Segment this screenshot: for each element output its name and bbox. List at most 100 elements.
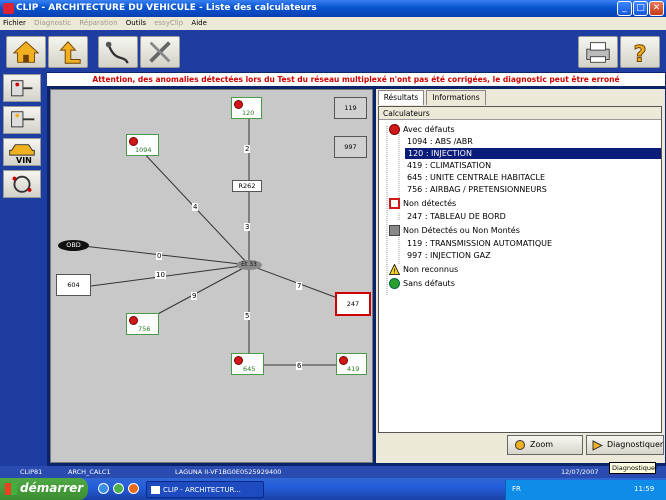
tree-item-120[interactable]: 120 : INJECTION: [405, 148, 661, 159]
back-button[interactable]: [48, 36, 88, 68]
zoom-button[interactable]: Zoom: [507, 435, 583, 455]
tooltip: Diagnostiquer: [609, 462, 658, 474]
ecu-node-419[interactable]: 419: [336, 353, 367, 375]
printer-icon: [586, 42, 610, 63]
ecu-node-247[interactable]: 247: [335, 292, 371, 316]
tab-resultats[interactable]: Résultats: [378, 90, 424, 105]
tree-item-119[interactable]: 119 : TRANSMISSION AUTOMATIQUE: [407, 238, 552, 249]
ecu-node-604[interactable]: 604: [56, 274, 91, 296]
tools-icon: [149, 41, 171, 63]
link-label: 9: [191, 292, 198, 300]
home-icon: [12, 41, 40, 63]
quick-launch: [96, 482, 144, 496]
side-vin-button[interactable]: VIN: [3, 138, 41, 166]
tree-group-not-fitted[interactable]: Non Détectés ou Non Montés: [403, 225, 520, 236]
tree-group-unknown[interactable]: Non reconnus: [403, 264, 458, 275]
link-label: 7: [296, 282, 303, 290]
link-label: 4: [192, 203, 199, 211]
taskbar-clip-window[interactable]: CLIP - ARCHITECTUR...: [146, 481, 264, 498]
maximize-button[interactable]: □: [633, 1, 648, 16]
fault-icon: [129, 316, 138, 325]
tree-group-no-faults[interactable]: Sans défauts: [403, 278, 455, 289]
link-label: 3: [244, 223, 251, 231]
ie-icon[interactable]: [98, 483, 109, 494]
tree-item-997[interactable]: 997 : INJECTION GAZ: [407, 250, 491, 261]
fault-icon: [234, 100, 243, 109]
tree-group-not-detected[interactable]: Non détectés: [403, 198, 456, 209]
link-label: 2: [244, 145, 251, 153]
question-icon: ?: [633, 41, 647, 68]
ecu-node-997[interactable]: 997: [334, 136, 367, 158]
fault-icon: [339, 356, 348, 365]
clock: 11:59: [634, 485, 655, 493]
window-title: CLIP - ARCHITECTURE DU VEHICULE - Liste …: [16, 3, 317, 13]
not-detected-icon: [389, 198, 400, 209]
ecu-node-645[interactable]: 645: [231, 353, 264, 375]
link-label: 5: [244, 312, 251, 320]
print-button[interactable]: [578, 36, 618, 68]
fault-icon: [234, 356, 243, 365]
fault-icon: [129, 137, 138, 146]
svg-text:!: !: [393, 268, 396, 276]
menu-essyclip: essyClip: [154, 19, 184, 27]
link-label: 6: [296, 362, 303, 370]
zoom-icon: [515, 440, 525, 450]
explorer-icon[interactable]: [113, 483, 124, 494]
menu-reparation: Réparation: [79, 19, 118, 27]
ecu-node-119[interactable]: 119: [334, 97, 367, 119]
network-diagram: 2 3 4 0 10 9 5 7 6 120 1094 756 645 419 …: [50, 89, 373, 463]
tree-header: Calculateurs: [379, 107, 661, 120]
ok-icon: [389, 278, 400, 289]
start-button[interactable]: démarrer: [0, 478, 88, 500]
results-panel: Résultats Informations Calculateurs Avec…: [376, 89, 665, 463]
tree-item-1094[interactable]: 1094 : ABS /ABR: [407, 136, 473, 147]
tree-group-faults[interactable]: Avec défauts: [403, 124, 455, 135]
tree-item-756[interactable]: 756 : AIRBAG / PRETENSIONNEURS: [407, 184, 547, 195]
svg-text:?: ?: [633, 41, 646, 67]
network-links: [73, 110, 352, 366]
app-icon: [3, 3, 14, 14]
network-icon: [12, 175, 32, 193]
ecu-node-756[interactable]: 756: [126, 313, 159, 335]
media-icon[interactable]: [128, 483, 139, 494]
side-ecu-button[interactable]: [3, 74, 41, 102]
ecu-node-120[interactable]: 120: [231, 97, 262, 119]
diagnostiquer-button[interactable]: Diagnostiquer: [586, 435, 664, 455]
help-button[interactable]: ?: [620, 36, 660, 68]
connector-icon: [105, 41, 129, 64]
ecu-node-r262[interactable]: R262: [232, 180, 262, 192]
ecu-icon: [11, 80, 33, 97]
home-button[interactable]: [6, 36, 46, 68]
minimize-button[interactable]: _: [617, 1, 632, 16]
ecu-tree: Calculateurs Avec défauts 1094 : ABS /AB…: [378, 106, 662, 433]
tree-item-645[interactable]: 645 : UNITE CENTRALE HABITACLE: [407, 172, 545, 183]
link-label: 0: [156, 252, 163, 260]
tools-button[interactable]: [140, 36, 180, 68]
up-arrow-icon: [59, 40, 81, 64]
play-icon: [592, 440, 603, 451]
network-button[interactable]: [98, 36, 138, 68]
side-network-button[interactable]: [3, 170, 41, 198]
ecu-node-1094[interactable]: 1094: [126, 134, 159, 156]
menu-outils[interactable]: Outils: [126, 19, 146, 27]
menu-diagnostic: Diagnostic: [34, 19, 72, 27]
side-ecu-test-button[interactable]: [3, 106, 41, 134]
menu-bar: Fichier Diagnostic Réparation Outils ess…: [0, 17, 666, 30]
warning-banner: Attention, des anomalies détectées lors …: [47, 73, 665, 86]
tab-informations[interactable]: Informations: [426, 90, 486, 105]
window-icon: [151, 486, 160, 494]
hub-node[interactable]: Et 33: [236, 260, 262, 270]
obd-plug[interactable]: OBD: [58, 240, 89, 251]
warning-icon: !: [389, 264, 400, 275]
tree-item-247[interactable]: 247 : TABLEAU DE BORD: [407, 211, 506, 222]
menu-aide[interactable]: Aide: [191, 19, 206, 27]
fault-icon: [389, 124, 400, 135]
ecu-test-icon: [11, 111, 35, 128]
tree-item-419[interactable]: 419 : CLIMATISATION: [407, 160, 491, 171]
system-tray: FR 11:59: [505, 480, 666, 500]
language-indicator[interactable]: FR: [512, 485, 521, 493]
windows-logo-icon: [5, 483, 17, 495]
menu-fichier[interactable]: Fichier: [3, 19, 26, 27]
close-button[interactable]: ✕: [649, 1, 664, 16]
not-fitted-icon: [389, 225, 400, 236]
